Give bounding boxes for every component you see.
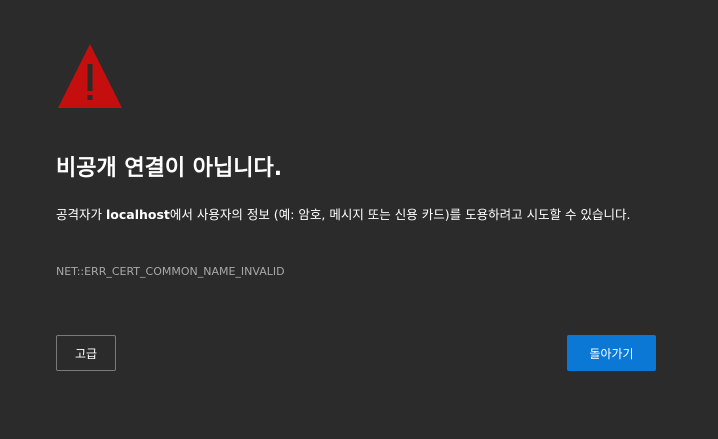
error-page: 비공개 연결이 아닙니다. 공격자가 localhost에서 사용자의 정보 (… [0, 0, 718, 439]
description-suffix: 에서 사용자의 정보 (예: 암호, 메시지 또는 신용 카드)를 도용하려고 … [169, 207, 631, 222]
error-description: 공격자가 localhost에서 사용자의 정보 (예: 암호, 메시지 또는 … [56, 203, 666, 226]
host-name: localhost [105, 207, 170, 222]
error-code: NET::ERR_CERT_COMMON_NAME_INVALID [56, 265, 285, 278]
description-prefix: 공격자가 [56, 207, 106, 222]
back-button[interactable]: 돌아가기 [567, 335, 656, 371]
warning-triangle-icon [58, 44, 122, 108]
advanced-button[interactable]: 고급 [56, 335, 116, 371]
page-title: 비공개 연결이 아닙니다. [56, 156, 283, 181]
